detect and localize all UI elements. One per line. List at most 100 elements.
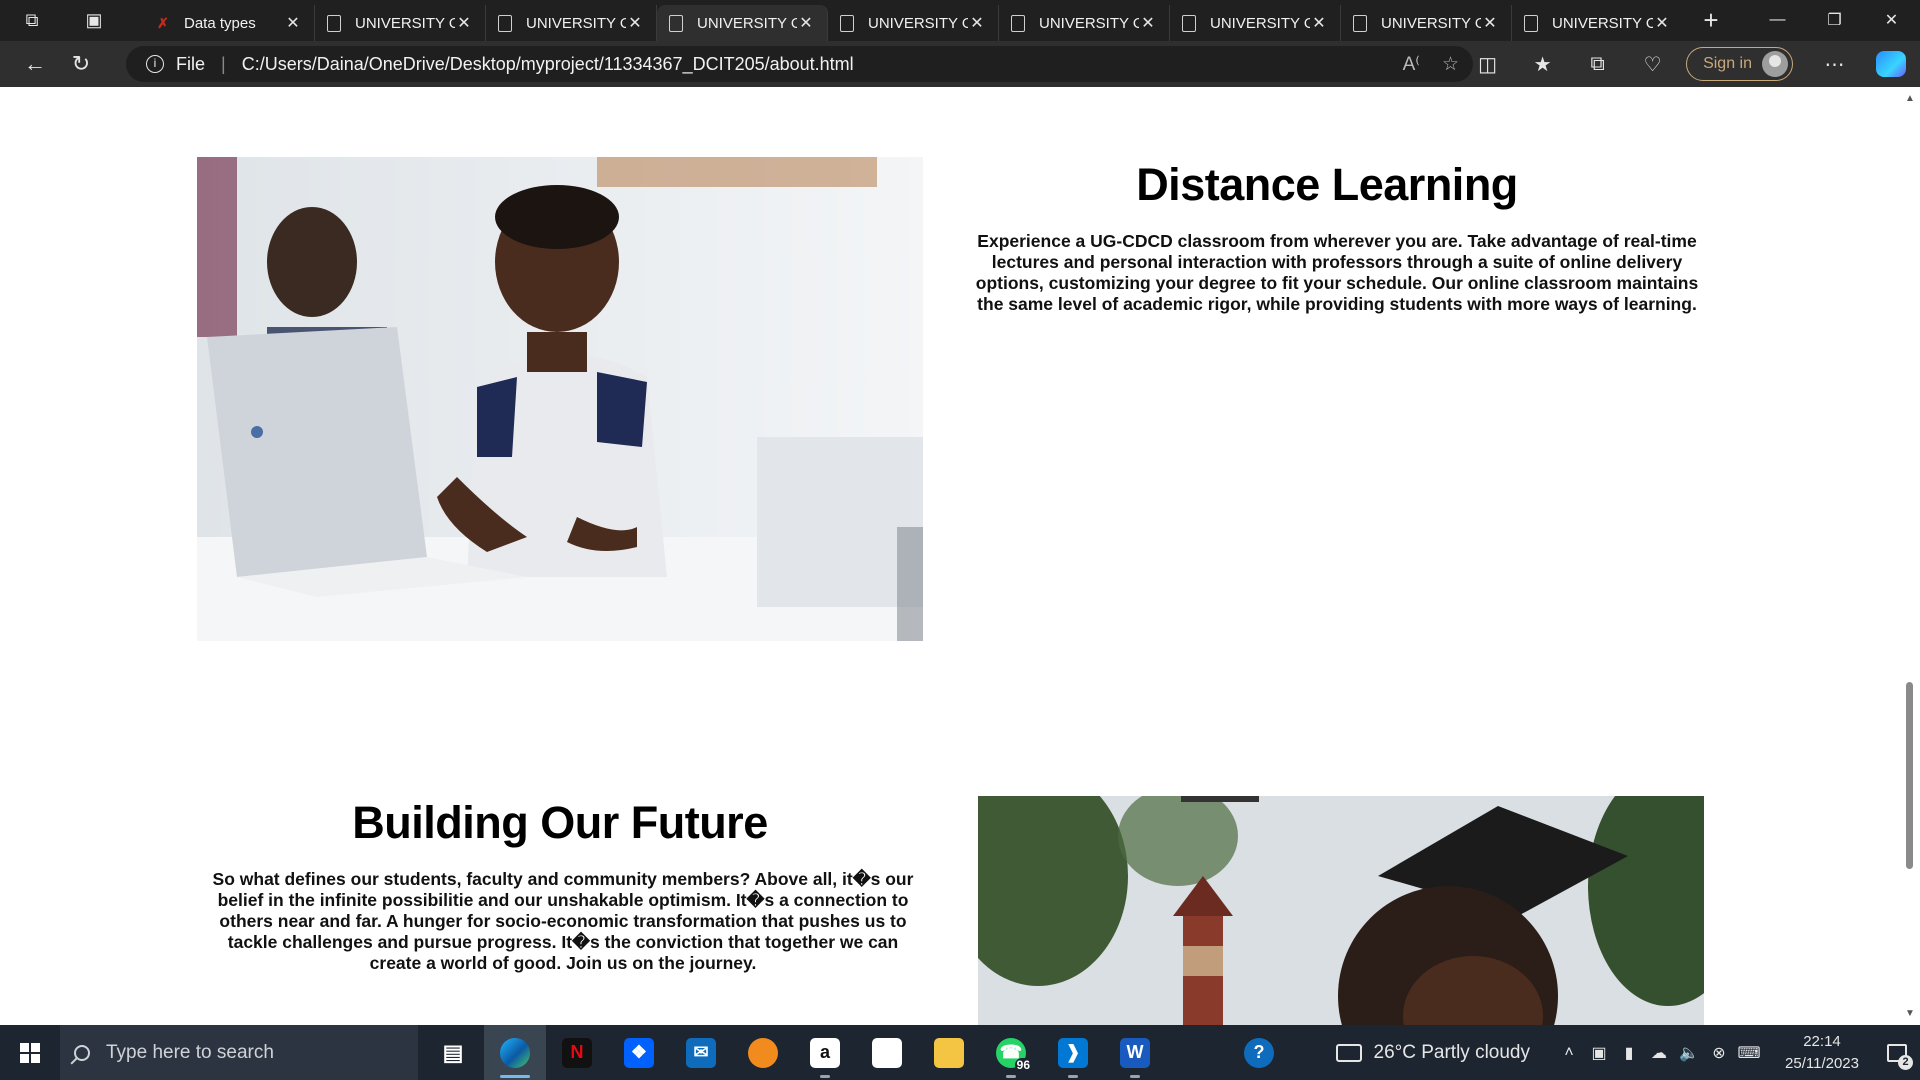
task-view-icon: ▤ — [442, 1039, 464, 1065]
distance-learning-image — [197, 157, 923, 641]
tab-university[interactable]: UNIVERSITY OF GHANA ✕ — [999, 5, 1170, 41]
vertical-tabs-icon[interactable]: ▣ — [74, 1, 114, 41]
distance-learning-text: Experience a UG-CDCD classroom from wher… — [975, 231, 1699, 314]
favorite-star-icon[interactable]: ☆ — [1442, 53, 1459, 76]
notification-center-button[interactable]: 2 — [1874, 1025, 1920, 1080]
store-button[interactable] — [856, 1025, 918, 1080]
read-aloud-icon[interactable]: A⁽ — [1403, 53, 1420, 76]
taskbar-search[interactable]: Type here to search — [60, 1025, 418, 1080]
collections-icon[interactable]: ⧉ — [1570, 41, 1625, 87]
help-icon: ? — [1244, 1037, 1274, 1068]
cloud-icon[interactable]: ☁ — [1644, 1043, 1674, 1063]
system-tray: 26°C Partly cloudy ˄ ▣ ▮ ☁ 🔈 ⊗ ⌨ 22:14 2… — [1335, 1025, 1920, 1080]
scroll-down-arrow-icon[interactable]: ▼ — [1905, 1008, 1915, 1019]
vscode-icon: ❱ — [1058, 1037, 1088, 1068]
scrollbar-thumb[interactable] — [1906, 682, 1913, 869]
browser-essentials-icon[interactable]: ♡ — [1625, 41, 1680, 87]
fl-studio-icon — [748, 1037, 778, 1068]
page-scrollbar[interactable]: ▲ ▼ — [1900, 87, 1920, 1025]
tab-university[interactable]: UNIVERSITY OF GHANA ✕ — [315, 5, 486, 41]
split-screen-icon[interactable]: ◫ — [1460, 41, 1515, 87]
new-tab-icon[interactable]: + — [1691, 1, 1731, 41]
word-icon: W — [1120, 1037, 1150, 1068]
tab-university[interactable]: UNIVERSITY OF GHANA ✕ — [828, 5, 999, 41]
chevron-up-icon[interactable]: ˄ — [1554, 1044, 1584, 1062]
page-icon — [1353, 14, 1367, 32]
amazon-button[interactable]: a — [794, 1025, 856, 1080]
edge-icon — [500, 1037, 530, 1068]
weather-widget[interactable]: 26°C Partly cloudy — [1335, 1041, 1531, 1064]
close-tab-icon[interactable]: ✕ — [797, 13, 815, 33]
copilot-icon[interactable] — [1876, 51, 1906, 77]
file-explorer-icon — [934, 1037, 964, 1068]
netflix-button[interactable]: N — [546, 1025, 608, 1080]
task-view-button[interactable]: ▤ — [422, 1025, 484, 1080]
tab-university[interactable]: UNIVERSITY OF GHANA ✕ — [1170, 5, 1341, 41]
workspaces-icon[interactable]: ⧉ — [12, 1, 52, 41]
help-button[interactable]: ? — [1228, 1025, 1290, 1080]
tab-university[interactable]: UNIVERSITY OF GHANA ✕ — [1341, 5, 1512, 41]
close-tab-icon[interactable]: ✕ — [1653, 13, 1671, 33]
x-favicon-icon: ✗ — [157, 14, 169, 31]
close-tab-icon[interactable]: ✕ — [626, 13, 644, 33]
battery-icon[interactable]: ▮ — [1614, 1043, 1644, 1063]
back-icon[interactable]: ← — [12, 44, 58, 84]
tab-title: UNIVERSITY OF GHANA — [1552, 14, 1653, 32]
network-disconnected-icon[interactable]: ⊗ — [1704, 1043, 1734, 1063]
close-tab-icon[interactable]: ✕ — [1310, 13, 1328, 33]
favorites-icon[interactable]: ★ — [1515, 41, 1570, 87]
tab-title: UNIVERSITY OF GHANA — [1039, 14, 1139, 32]
tab-title: UNIVERSITY OF GHANA — [1381, 14, 1481, 32]
scroll-up-arrow-icon[interactable]: ▲ — [1905, 93, 1915, 104]
close-tab-icon[interactable]: ✕ — [1481, 13, 1499, 33]
file-explorer-button[interactable] — [918, 1025, 980, 1080]
more-options-icon[interactable]: ⋯ — [1807, 41, 1862, 87]
edge-button[interactable] — [484, 1025, 546, 1080]
weather-text: 26°C Partly cloudy — [1373, 1041, 1531, 1063]
whatsapp-button[interactable]: ☎ 96 — [980, 1025, 1042, 1080]
minimize-icon[interactable]: — — [1749, 0, 1806, 40]
windows-logo-icon — [20, 1042, 40, 1063]
clock-date: 25/11/2023 — [1785, 1054, 1859, 1072]
scheme-label: File — [176, 53, 206, 74]
sign-in-button[interactable]: Sign in — [1686, 47, 1793, 81]
mail-button[interactable]: ✉ — [670, 1025, 732, 1080]
close-window-icon[interactable]: ✕ — [1863, 0, 1920, 40]
dropbox-icon: ❖ — [624, 1037, 654, 1068]
address-bar[interactable]: i File | C:/Users/Daina/OneDrive/Desktop… — [126, 46, 1473, 82]
refresh-icon[interactable]: ↻ — [58, 44, 104, 84]
meet-now-icon[interactable]: ▣ — [1584, 1043, 1614, 1063]
search-placeholder: Type here to search — [106, 1041, 274, 1063]
netflix-icon: N — [562, 1037, 592, 1068]
start-button[interactable] — [0, 1025, 60, 1080]
volume-icon[interactable]: 🔈 — [1674, 1043, 1704, 1063]
word-button[interactable]: W — [1104, 1025, 1166, 1080]
tab-university-active[interactable]: UNIVERSITY OF GHANA ✕ — [657, 5, 828, 41]
page-icon — [669, 14, 683, 32]
dropbox-button[interactable]: ❖ — [608, 1025, 670, 1080]
news-weather-icon — [1335, 1043, 1362, 1062]
tab-university[interactable]: UNIVERSITY OF GHANA ✕ — [1512, 5, 1683, 41]
store-icon — [872, 1037, 902, 1068]
sign-in-label: Sign in — [1703, 55, 1752, 72]
notification-count: 2 — [1898, 1055, 1913, 1070]
tab-title: UNIVERSITY OF GHANA — [697, 14, 797, 32]
url-text[interactable]: C:/Users/Daina/OneDrive/Desktop/myprojec… — [242, 54, 854, 75]
tab-title: UNIVERSITY OF GHANA — [1210, 14, 1310, 32]
mail-icon: ✉ — [686, 1037, 716, 1068]
tab-university[interactable]: UNIVERSITY OF GHANA ✕ — [486, 5, 657, 41]
restore-icon[interactable]: ❐ — [1806, 0, 1863, 40]
close-tab-icon[interactable]: ✕ — [284, 13, 302, 33]
fl-studio-button[interactable] — [732, 1025, 794, 1080]
clock[interactable]: 22:14 25/11/2023 — [1770, 1031, 1874, 1075]
info-icon[interactable]: i — [146, 55, 164, 73]
tab-data-types[interactable]: ✗ Data types ✕ — [144, 5, 315, 41]
tab-title: UNIVERSITY OF GHANA — [355, 14, 455, 32]
close-tab-icon[interactable]: ✕ — [968, 13, 986, 33]
taskbar-apps: ▤ N ❖ ✉ a ☎ 96 ❱ W ? — [422, 1025, 1290, 1080]
close-tab-icon[interactable]: ✕ — [455, 13, 473, 33]
input-language-icon[interactable]: ⌨ — [1734, 1043, 1764, 1063]
address-separator: | — [221, 53, 226, 74]
close-tab-icon[interactable]: ✕ — [1139, 13, 1157, 33]
vscode-button[interactable]: ❱ — [1042, 1025, 1104, 1080]
